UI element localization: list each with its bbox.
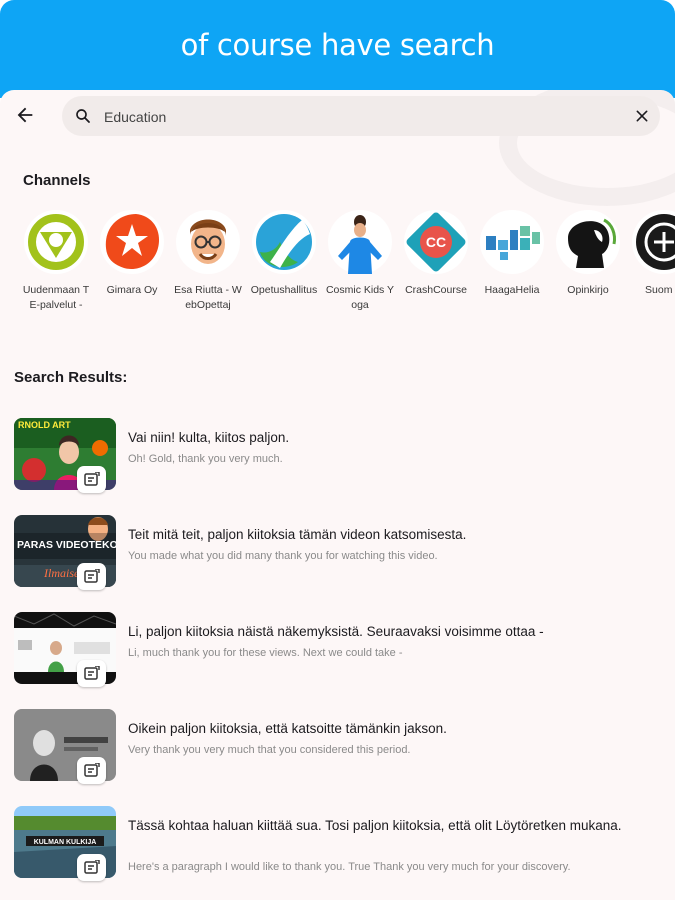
circle-logo-icon bbox=[632, 210, 675, 274]
transcript-badge[interactable] bbox=[77, 757, 106, 784]
transcript-icon bbox=[84, 860, 100, 874]
uudenmaan-logo-icon bbox=[24, 210, 88, 274]
search-result-item[interactable]: Oikein paljon kiitoksia, että katsoitte … bbox=[14, 709, 664, 806]
result-title: Tässä kohtaa haluan kiittää sua. Tosi pa… bbox=[128, 818, 622, 833]
channel-name: Uudenmaan TE-palvelut - bbox=[22, 284, 90, 311]
channel-name: HaagaHelia bbox=[484, 284, 540, 296]
channels-heading: Channels bbox=[23, 172, 91, 189]
channel-name: CrashCourse bbox=[405, 284, 467, 296]
channel-name: Suom H bbox=[645, 284, 675, 296]
back-arrow-icon[interactable] bbox=[14, 104, 36, 126]
search-result-item[interactable]: RNOLD ART Vai niin! kulta, kiitos paljon… bbox=[14, 418, 664, 515]
result-title: Oikein paljon kiitoksia, että katsoitte … bbox=[128, 721, 447, 736]
search-result-item[interactable]: PARAS VIDEOTEKOÄLY! Ilmaiseksi Teit mitä… bbox=[14, 515, 664, 612]
transcript-badge[interactable] bbox=[77, 854, 106, 881]
close-icon[interactable] bbox=[634, 108, 650, 124]
transcript-icon bbox=[84, 763, 100, 777]
search-screen: Channels Uudenmaan TE-palvelut - Gimara … bbox=[0, 90, 675, 900]
transcript-icon bbox=[84, 569, 100, 583]
result-title: Teit mitä teit, paljon kiitoksia tämän v… bbox=[128, 527, 467, 542]
search-input[interactable] bbox=[102, 96, 606, 138]
channel-item-esa-riutta[interactable]: Esa Riutta - WebOpettaj bbox=[170, 208, 246, 328]
transcript-badge[interactable] bbox=[77, 563, 106, 590]
channel-item-crashcourse[interactable]: CC CrashCourse bbox=[398, 208, 474, 328]
thumbnail-caption: KULMAN KULKIJA bbox=[34, 839, 97, 846]
channel-name: Gimara Oy bbox=[106, 284, 158, 296]
results-heading: Search Results: bbox=[14, 369, 128, 386]
thumbnail-caption: RNOLD ART bbox=[18, 420, 71, 430]
transcript-badge[interactable] bbox=[77, 660, 106, 687]
crashcourse-logo-icon: CC bbox=[404, 210, 468, 274]
channel-item-gimara[interactable]: Gimara Oy bbox=[94, 208, 170, 328]
opetushallitus-logo-icon bbox=[252, 210, 316, 274]
result-translation: Li, much thank you for these views. Next… bbox=[128, 647, 403, 659]
channel-list: Uudenmaan TE-palvelut - Gimara Oy Esa Ri… bbox=[18, 208, 675, 328]
transcript-icon bbox=[84, 666, 100, 680]
yoga-presenter-icon bbox=[328, 210, 392, 274]
search-results-list: RNOLD ART Vai niin! kulta, kiitos paljon… bbox=[14, 418, 664, 900]
gimara-logo-icon bbox=[100, 210, 164, 274]
result-translation: Here's a paragraph I would like to thank… bbox=[128, 861, 571, 873]
channel-name: Esa Riutta - WebOpettaj bbox=[174, 284, 242, 311]
thumbnail-caption: PARAS VIDEOTEKOÄLY! bbox=[17, 538, 116, 551]
cartoon-avatar-icon bbox=[176, 210, 240, 274]
channel-item-cosmic-kids-yoga[interactable]: Cosmic Kids Yoga bbox=[322, 208, 398, 328]
portrait-silhouette-icon bbox=[556, 210, 620, 274]
svg-text:CC: CC bbox=[426, 234, 446, 250]
banner: of course have search bbox=[0, 0, 675, 98]
result-title: Vai niin! kulta, kiitos paljon. bbox=[128, 430, 290, 445]
banner-title: of course have search bbox=[180, 28, 495, 62]
channel-item-suom[interactable]: Suom H bbox=[626, 208, 675, 328]
result-translation: Very thank you very much that you consid… bbox=[128, 744, 411, 756]
channel-name: Opetushallitus bbox=[250, 284, 318, 296]
search-bar bbox=[62, 96, 660, 138]
channel-item-haagahelia[interactable]: HaagaHelia bbox=[474, 208, 550, 328]
channel-name: Cosmic Kids Yoga bbox=[325, 284, 395, 311]
channel-item-opetushallitus[interactable]: Opetushallitus bbox=[246, 208, 322, 328]
haagahelia-logo-icon bbox=[480, 210, 544, 274]
transcript-icon bbox=[84, 472, 100, 486]
transcript-badge[interactable] bbox=[77, 466, 106, 493]
search-result-item[interactable]: Li, paljon kiitoksia näistä näkemyksistä… bbox=[14, 612, 664, 709]
result-title: Li, paljon kiitoksia näistä näkemyksistä… bbox=[128, 624, 544, 639]
search-icon bbox=[76, 109, 90, 123]
result-translation: You made what you did many thank you for… bbox=[128, 550, 438, 562]
result-translation: Oh! Gold, thank you very much. bbox=[128, 453, 283, 465]
search-result-item[interactable]: KULMAN KULKIJA Tässä kohtaa haluan kiitt… bbox=[14, 806, 664, 900]
channel-item-uudenmaan[interactable]: Uudenmaan TE-palvelut - bbox=[18, 208, 94, 328]
channel-name: Opinkirjo bbox=[567, 284, 609, 296]
channel-item-opinkirjo[interactable]: Opinkirjo bbox=[550, 208, 626, 328]
